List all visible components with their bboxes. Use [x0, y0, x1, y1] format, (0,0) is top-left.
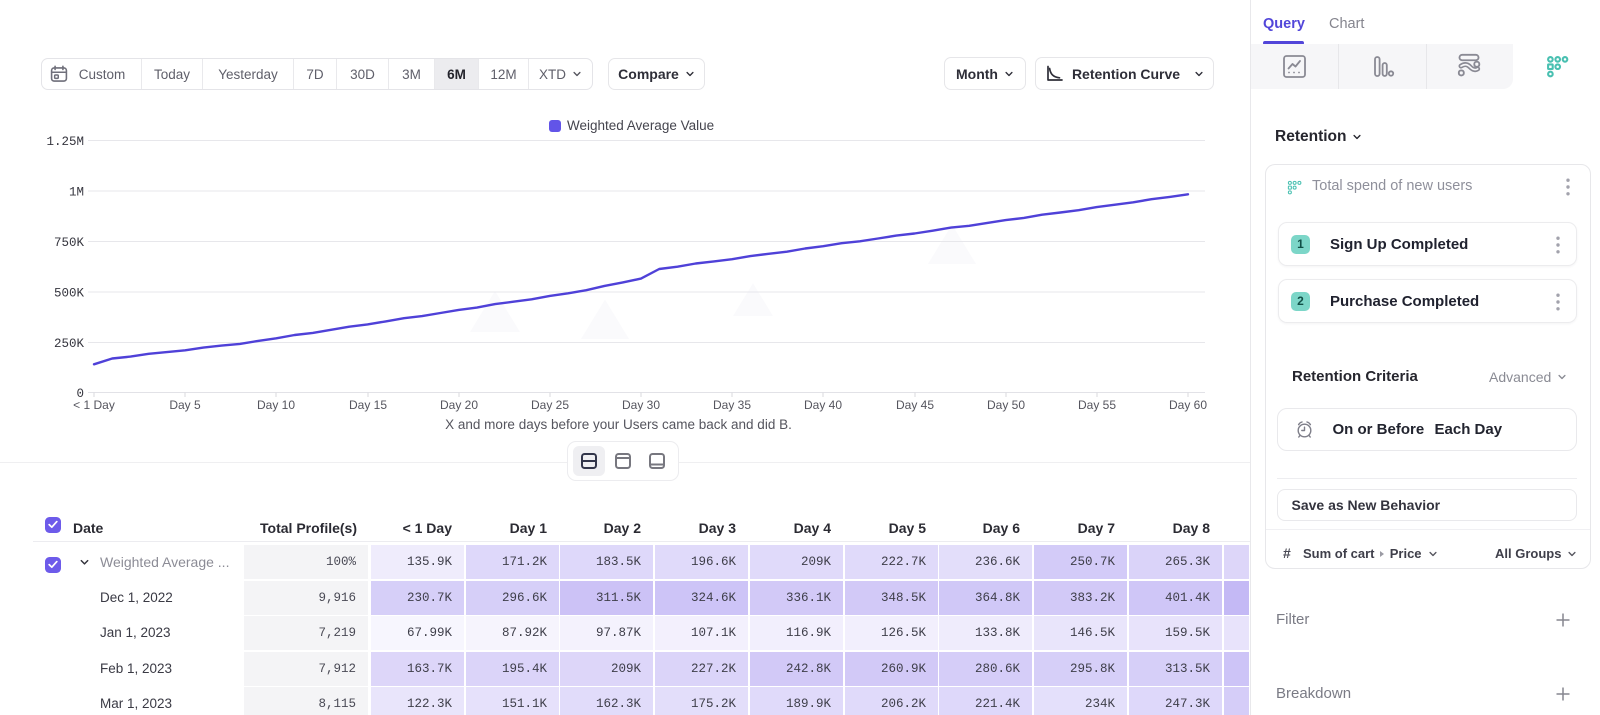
svg-text:Day 35: Day 35 — [713, 398, 751, 412]
svg-text:Day 15: Day 15 — [349, 398, 387, 412]
svg-text:Day 55: Day 55 — [1078, 398, 1116, 412]
svg-text:250K: 250K — [54, 337, 85, 351]
svg-text:Day 20: Day 20 — [440, 398, 478, 412]
svg-text:Day 5: Day 5 — [169, 398, 201, 412]
svg-text:1.25M: 1.25M — [46, 135, 84, 149]
svg-text:500K: 500K — [54, 287, 85, 301]
svg-text:< 1 Day: < 1 Day — [73, 398, 115, 412]
svg-text:Day 10: Day 10 — [257, 398, 295, 412]
svg-text:Day 45: Day 45 — [896, 398, 934, 412]
svg-text:Day 60: Day 60 — [1169, 398, 1207, 412]
svg-text:Day 40: Day 40 — [804, 398, 842, 412]
svg-text:Day 30: Day 30 — [622, 398, 660, 412]
svg-text:Day 25: Day 25 — [531, 398, 569, 412]
svg-text:750K: 750K — [54, 236, 85, 250]
svg-text:Day 50: Day 50 — [987, 398, 1025, 412]
svg-text:1M: 1M — [69, 186, 84, 200]
